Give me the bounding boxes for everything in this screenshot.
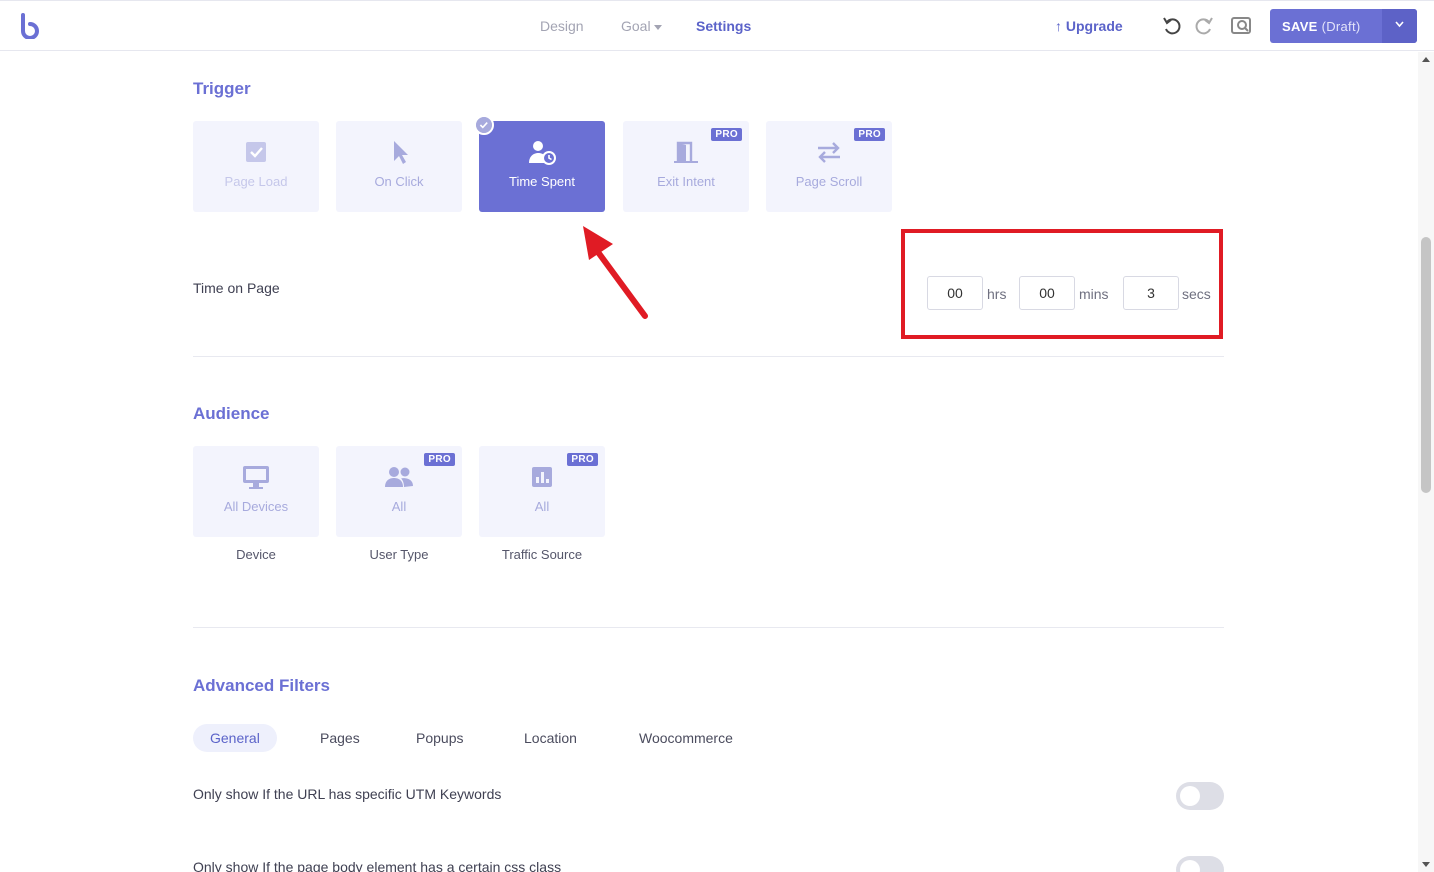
save-status: (Draft) xyxy=(1321,19,1361,34)
preview-icon[interactable] xyxy=(1229,14,1253,38)
time-on-page-label: Time on Page xyxy=(193,280,280,296)
annotation-arrow-icon xyxy=(583,226,648,319)
cursor-icon xyxy=(394,141,408,164)
save-label: SAVE xyxy=(1282,19,1318,34)
trigger-title: Trigger xyxy=(193,79,251,98)
arrows-exchange-icon xyxy=(818,142,840,163)
undo-icon[interactable] xyxy=(1160,14,1184,38)
tab-general[interactable]: General xyxy=(193,724,277,752)
nav-goal-label: Goal xyxy=(621,18,651,34)
trigger-label: Time Spent xyxy=(509,174,575,189)
audience-value: All Devices xyxy=(223,499,289,514)
checkbox-icon xyxy=(246,142,266,162)
audience-user-type[interactable]: PRO All xyxy=(336,446,462,537)
trigger-on-click[interactable]: On Click xyxy=(336,121,462,212)
audience-caption: User Type xyxy=(369,547,429,562)
trigger-page-scroll[interactable]: PRO Page Scroll xyxy=(766,121,892,212)
nav-settings[interactable]: Settings xyxy=(696,18,751,34)
arrow-up-icon: ↑ xyxy=(1055,18,1062,34)
audience-caption: Device xyxy=(236,547,276,562)
tab-woocommerce[interactable]: Woocommerce xyxy=(639,724,733,752)
chevron-down-icon xyxy=(653,24,662,30)
audience-value: All xyxy=(534,499,550,514)
audience-caption: Traffic Source xyxy=(501,547,583,562)
nav-goal[interactable]: Goal xyxy=(621,18,662,34)
filter-utm-label: Only show If the URL has specific UTM Ke… xyxy=(193,786,502,802)
monitor-icon xyxy=(243,466,269,489)
users-icon xyxy=(385,467,413,487)
audience-traffic-source[interactable]: PRO All xyxy=(479,446,605,537)
trigger-page-load[interactable]: Page Load xyxy=(193,121,319,212)
filter-css-class-label: Only show If the page body element has a… xyxy=(193,859,562,872)
upgrade-label: Upgrade xyxy=(1065,18,1123,34)
trigger-exit-intent[interactable]: PRO Exit Intent xyxy=(623,121,749,212)
nav-design[interactable]: Design xyxy=(540,18,584,34)
filter-utm-toggle[interactable] xyxy=(1176,782,1224,810)
trigger-label: On Click xyxy=(374,174,424,189)
logo-icon[interactable] xyxy=(20,13,40,39)
bar-chart-icon xyxy=(532,467,552,487)
audience-device[interactable]: All Devices xyxy=(193,446,319,537)
scroll-down-icon[interactable] xyxy=(1422,862,1430,867)
scrollbar[interactable] xyxy=(1418,52,1434,872)
trigger-label: Page Load xyxy=(224,174,288,189)
highlight-box xyxy=(901,229,1223,339)
check-icon xyxy=(474,115,494,135)
advanced-filters-title: Advanced Filters xyxy=(193,676,330,695)
tab-popups[interactable]: Popups xyxy=(416,724,463,752)
audience-value: All xyxy=(391,499,407,514)
redo-icon[interactable] xyxy=(1192,14,1216,38)
filter-css-class-toggle[interactable] xyxy=(1176,856,1224,872)
upgrade-link[interactable]: ↑ Upgrade xyxy=(1055,18,1123,34)
scroll-up-icon[interactable] xyxy=(1422,57,1430,62)
pro-badge: PRO xyxy=(854,128,885,141)
door-icon xyxy=(674,141,698,163)
trigger-label: Page Scroll xyxy=(795,174,863,189)
toggle-knob xyxy=(1180,786,1200,806)
user-clock-icon xyxy=(529,141,556,165)
divider xyxy=(193,356,1224,357)
scrollbar-thumb[interactable] xyxy=(1421,237,1431,493)
trigger-time-spent[interactable]: Time Spent xyxy=(479,121,605,212)
top-bar: Design Goal Settings ↑ Upgrade SAVE (Dra… xyxy=(0,0,1434,51)
pro-badge: PRO xyxy=(711,128,742,141)
trigger-label: Exit Intent xyxy=(657,174,715,189)
chevron-down-icon xyxy=(1395,21,1404,28)
pro-badge: PRO xyxy=(424,453,455,466)
pro-badge: PRO xyxy=(567,453,598,466)
tab-location[interactable]: Location xyxy=(524,724,577,752)
save-options-toggle[interactable] xyxy=(1382,9,1417,43)
divider xyxy=(193,627,1224,628)
toggle-knob xyxy=(1180,860,1200,872)
save-button[interactable]: SAVE (Draft) xyxy=(1270,9,1417,43)
audience-title: Audience xyxy=(193,404,270,423)
tab-pages[interactable]: Pages xyxy=(320,724,360,752)
